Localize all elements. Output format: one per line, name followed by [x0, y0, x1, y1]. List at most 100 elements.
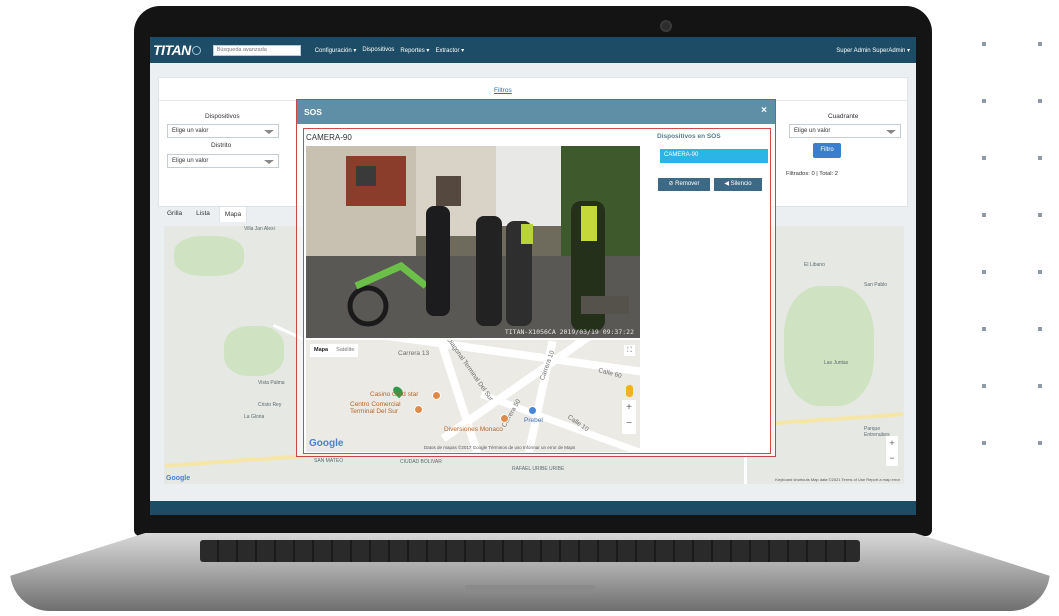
- dispositivos-select-value: Elige un valor: [172, 128, 209, 134]
- brand-logo[interactable]: TITAN: [153, 42, 191, 58]
- fullscreen-icon[interactable]: ⛶: [624, 345, 635, 356]
- decorative-dot: [1038, 270, 1042, 274]
- menu-reportes[interactable]: Reportes ▾: [400, 47, 429, 54]
- modal-title: SOS: [304, 107, 322, 117]
- top-navbar: TITAN Configuración ▾ Dispositivos Repor…: [150, 37, 916, 63]
- map-label: La Gloria: [244, 414, 265, 420]
- google-logo: Google: [309, 438, 344, 449]
- filters-link[interactable]: Filtros: [494, 87, 512, 94]
- main-menu: Configuración ▾ Dispositivos Reportes ▾ …: [315, 47, 464, 54]
- silence-button[interactable]: ◀ Silencio: [714, 178, 762, 191]
- view-tabs: Grilla Lista Mapa: [162, 206, 248, 222]
- map-footer: Datos de mapas ©2017 Google Términos de …: [424, 445, 576, 450]
- decorative-dot: [1038, 42, 1042, 46]
- decorative-dot: [982, 42, 986, 46]
- distrito-select-value: Elige un valor: [172, 158, 209, 164]
- distrito-label: Distrito: [211, 142, 232, 149]
- google-logo: Google: [166, 475, 191, 482]
- decorative-dot: [982, 213, 986, 217]
- map-label: RAFAEL URIBE URIBE: [512, 466, 565, 472]
- map-poi: Diversiones Monaco: [444, 426, 503, 433]
- tab-mapa[interactable]: Mapa: [218, 206, 248, 222]
- map-label: Parque Entrenubes: [864, 426, 890, 438]
- map-zoom-control[interactable]: + −: [622, 400, 636, 434]
- decorative-dot: [1038, 156, 1042, 160]
- map-type-satelite[interactable]: Satélite: [332, 344, 358, 357]
- remove-button[interactable]: ⊘ Remover: [658, 178, 710, 191]
- chevron-down-icon: [886, 130, 896, 134]
- map-label: Las Juntas: [824, 360, 849, 366]
- decorative-dot-grid: [982, 42, 1046, 452]
- distrito-select[interactable]: Elige un valor: [167, 154, 279, 168]
- modal-header: SOS ×: [297, 100, 775, 124]
- poi-icon: [414, 405, 423, 414]
- map-park: [174, 236, 244, 276]
- decorative-dot: [982, 156, 986, 160]
- menu-dispositivos[interactable]: Dispositivos: [362, 47, 394, 54]
- map-poi: Centro Comercial Terminal Del Sur: [350, 401, 401, 415]
- brand-globe-icon: [191, 45, 201, 55]
- tab-lista[interactable]: Lista: [191, 206, 215, 222]
- map-poi: Prebel: [524, 417, 543, 424]
- laptop-keyboard: [200, 540, 860, 562]
- chevron-down-icon: [264, 130, 274, 134]
- map-label: Cristo Rey: [258, 402, 282, 408]
- video-timestamp: TITAN-X1056CA 2019/03/19 09:37:22: [504, 328, 634, 336]
- close-icon[interactable]: ×: [761, 105, 767, 116]
- camera-video-feed[interactable]: TITAN-X1056CA 2019/03/19 09:37:22: [306, 146, 640, 338]
- map-label: SAN MATEO: [314, 458, 344, 464]
- sos-device-item[interactable]: CAMERA-90: [660, 149, 768, 163]
- bottom-bar: [150, 501, 916, 515]
- filter-count-text: Filtrados: 0 | Total: 2: [786, 171, 838, 177]
- modal-body: CAMERA-90 TITAN-X1056CA 2019/03/19 09:37…: [303, 128, 771, 454]
- user-menu[interactable]: Super Admin SuperAdmin ▾: [836, 47, 910, 54]
- dispositivos-label: Dispositivos: [205, 113, 240, 120]
- decorative-dot: [982, 384, 986, 388]
- map-type-mapa[interactable]: Mapa: [310, 344, 332, 357]
- map-label: El Libano: [804, 262, 825, 268]
- devices-in-sos-title: Dispositivos en SOS: [657, 133, 721, 140]
- decorative-dot: [1038, 213, 1042, 217]
- menu-extractor[interactable]: Extractor ▾: [435, 47, 464, 54]
- filter-button[interactable]: Filtro: [813, 143, 841, 158]
- cuadrante-label: Cuadrante: [828, 113, 859, 120]
- incident-map[interactable]: Mapa Satélite Carrera 13 Carrera 10 Call…: [306, 340, 640, 452]
- map-label: San Pablo: [864, 282, 888, 288]
- decorative-dot: [1038, 384, 1042, 388]
- map-footer: Keyboard shortcuts Map data ©2021 Terms …: [775, 477, 900, 482]
- map-zoom-control[interactable]: + −: [886, 436, 898, 466]
- sos-modal: SOS × CAMERA-90 TITAN-X1056CA 2019/03/19…: [296, 99, 776, 457]
- decorative-dot: [1038, 327, 1042, 331]
- decorative-dot: [1038, 441, 1042, 445]
- camera-title: CAMERA-90: [306, 133, 352, 142]
- decorative-dot: [1038, 99, 1042, 103]
- tab-grilla[interactable]: Grilla: [162, 206, 187, 222]
- map-park: [784, 286, 874, 406]
- cuadrante-select-value: Elige un valor: [794, 128, 831, 134]
- laptop-mockup: TITAN Configuración ▾ Dispositivos Repor…: [0, 0, 1059, 616]
- map-label: Vista Palma: [258, 380, 285, 386]
- decorative-dot: [982, 99, 986, 103]
- video-scene: [306, 146, 640, 338]
- poi-icon: [500, 414, 509, 423]
- map-street-label: Carrera 13: [398, 350, 430, 357]
- poi-icon: [528, 406, 537, 415]
- decorative-dot: [982, 270, 986, 274]
- menu-configuracion[interactable]: Configuración ▾: [315, 47, 357, 54]
- decorative-dot: [982, 327, 986, 331]
- cuadrante-select[interactable]: Elige un valor: [789, 124, 901, 138]
- map-type-toggle: Mapa Satélite: [310, 344, 359, 357]
- decorative-dot: [982, 441, 986, 445]
- map-poi: Casino Gold star: [370, 391, 419, 398]
- street-view-pegman-icon[interactable]: [626, 385, 633, 397]
- webcam-icon: [660, 20, 672, 32]
- app-screen: TITAN Configuración ▾ Dispositivos Repor…: [150, 37, 916, 515]
- chevron-down-icon: [264, 160, 274, 164]
- poi-icon: [432, 391, 441, 400]
- advanced-search-input[interactable]: [212, 44, 301, 56]
- dispositivos-select[interactable]: Elige un valor: [167, 124, 279, 138]
- laptop-trackpad: [465, 585, 595, 593]
- map-label: Villa Jan Alexi: [244, 226, 275, 232]
- map-label: CIUDAD BOLIVAR: [400, 459, 442, 465]
- map-park: [224, 326, 284, 376]
